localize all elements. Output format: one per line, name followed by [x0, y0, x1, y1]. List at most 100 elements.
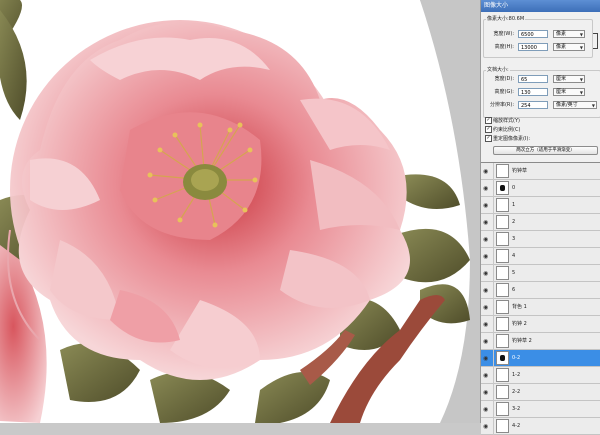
eye-icon[interactable]: ◉	[483, 287, 492, 294]
eye-icon[interactable]: ◉	[483, 168, 492, 175]
pixel-dimensions-label: 像素大小:80.6M	[486, 16, 526, 22]
layer-thumbnail-icon	[496, 419, 509, 433]
resample-method-select[interactable]: 两次立方（适用于平滑渐变）	[493, 146, 598, 155]
height-unit-value: 像素	[556, 44, 567, 50]
resolution-input[interactable]: 254	[518, 101, 548, 109]
eye-icon[interactable]: ◉	[483, 321, 492, 328]
layer-thumbnail-icon	[496, 402, 509, 416]
layer-thumbnail-icon	[496, 266, 509, 280]
layer-thumbnail-icon	[496, 232, 509, 246]
link-bracket-icon	[593, 33, 598, 49]
layer-row[interactable]: ◉ 1	[481, 197, 600, 214]
layer-row[interactable]: ◉ 0-2	[481, 350, 600, 367]
eye-icon[interactable]: ◉	[483, 304, 492, 311]
eye-icon[interactable]: ◉	[483, 423, 492, 430]
layer-name: 0-2	[512, 355, 521, 361]
layer-row[interactable]: ◉ 钓钟 2	[481, 316, 600, 333]
layer-row[interactable]: ◉ 3-2	[481, 401, 600, 418]
layer-thumbnail-icon	[496, 385, 509, 399]
layer-row[interactable]: ◉ 4	[481, 248, 600, 265]
layer-name: 2	[512, 219, 516, 225]
layer-row[interactable]: ◉ 5	[481, 265, 600, 282]
scale-styles-checkbox[interactable]: ✓ 缩放样式(Y)	[485, 117, 520, 125]
layer-divider	[493, 163, 494, 180]
layer-divider	[493, 231, 494, 248]
eye-icon[interactable]: ◉	[483, 185, 492, 192]
doc-height-unit-select[interactable]: 厘米 ▼	[553, 88, 585, 96]
layer-divider	[493, 214, 494, 231]
image-size-dialog: 图像大小 像素大小:80.6M 宽度(W): 6500 像素 ▼ 高度(H): 1…	[481, 0, 600, 163]
layer-thumbnail-icon	[496, 181, 509, 195]
eye-icon[interactable]: ◉	[483, 355, 492, 362]
chevron-down-icon: ▼	[579, 45, 583, 50]
layer-row[interactable]: ◉ 0	[481, 180, 600, 197]
layer-divider	[493, 248, 494, 265]
layer-name: 1	[512, 202, 516, 208]
layer-name: 5	[512, 270, 516, 276]
chevron-down-icon: ▼	[591, 103, 595, 108]
eye-icon[interactable]: ◉	[483, 389, 492, 396]
layer-row[interactable]: ◉ 1-2	[481, 367, 600, 384]
doc-height-label: 高度(G):	[494, 89, 514, 95]
constrain-proportions-checkbox[interactable]: ✓ 约束比例(C)	[485, 126, 520, 134]
layer-row[interactable]: ◉ 6	[481, 282, 600, 299]
layer-thumbnail-icon	[496, 351, 509, 365]
document-canvas[interactable]	[0, 0, 480, 423]
layer-divider	[493, 316, 494, 333]
layer-name: 0	[512, 185, 516, 191]
layer-row[interactable]: ◉ 钓钟草 2	[481, 333, 600, 350]
layer-row[interactable]: ◉ 4-2	[481, 418, 600, 435]
height-label: 高度(H):	[494, 44, 514, 50]
layer-divider	[493, 384, 494, 401]
layers-panel: ◉ 钓钟草 ◉ 0 ◉ 1 ◉ 2 ◉ 3 ◉ 4 ◉ 5 ◉ 6 ◉ 背色 1 ◉ 钓钟 2 ◉ 钓钟草 2 ◉ 0-2 ◉ 1…	[481, 163, 600, 435]
layer-row[interactable]: ◉ 钓钟草	[481, 163, 600, 180]
layer-name: 6	[512, 287, 516, 293]
resample-label: 重定图像像素(I):	[493, 136, 531, 142]
layer-row[interactable]: ◉ 背色 1	[481, 299, 600, 316]
doc-width-unit-select[interactable]: 厘米 ▼	[553, 75, 585, 83]
layer-thumbnail-icon	[496, 300, 509, 314]
layer-thumbnail-icon	[496, 198, 509, 212]
eye-icon[interactable]: ◉	[483, 219, 492, 226]
layer-divider	[493, 333, 494, 350]
doc-height-input[interactable]: 130	[518, 88, 548, 96]
eye-icon[interactable]: ◉	[483, 202, 492, 209]
layer-thumbnail-icon	[496, 164, 509, 178]
layer-name: 4-2	[512, 423, 521, 429]
check-icon: ✓	[485, 126, 492, 133]
doc-width-unit-value: 厘米	[556, 76, 567, 82]
doc-width-input[interactable]: 65	[518, 75, 548, 83]
resample-checkbox[interactable]: ✓ 重定图像像素(I):	[485, 135, 530, 143]
width-unit-select[interactable]: 像素 ▼	[553, 30, 585, 38]
layer-divider	[493, 299, 494, 316]
resolution-unit-value: 像素/英寸	[556, 102, 578, 108]
eye-icon[interactable]: ◉	[483, 253, 492, 260]
chevron-down-icon: ▼	[579, 77, 583, 82]
dialog-title: 图像大小	[481, 0, 600, 12]
eye-icon[interactable]: ◉	[483, 406, 492, 413]
eye-icon[interactable]: ◉	[483, 270, 492, 277]
layer-row[interactable]: ◉ 2-2	[481, 384, 600, 401]
doc-width-label: 宽度(D):	[494, 76, 514, 82]
check-icon: ✓	[485, 117, 492, 124]
doc-height-unit-value: 厘米	[556, 89, 567, 95]
layer-thumbnail-icon	[496, 368, 509, 382]
layer-divider	[493, 350, 494, 367]
resolution-unit-select[interactable]: 像素/英寸 ▼	[553, 101, 597, 109]
layer-name: 钓钟 2	[512, 321, 527, 327]
layer-name: 2-2	[512, 389, 521, 395]
layer-thumbnail-icon	[496, 317, 509, 331]
height-input[interactable]: 13000	[518, 43, 548, 51]
layer-divider	[493, 180, 494, 197]
width-unit-value: 像素	[556, 31, 567, 37]
layer-thumbnail-icon	[496, 334, 509, 348]
layer-row[interactable]: ◉ 3	[481, 231, 600, 248]
layer-name: 钓钟草 2	[512, 338, 532, 344]
layer-row[interactable]: ◉ 2	[481, 214, 600, 231]
eye-icon[interactable]: ◉	[483, 338, 492, 345]
eye-icon[interactable]: ◉	[483, 236, 492, 243]
layer-divider	[493, 401, 494, 418]
height-unit-select[interactable]: 像素 ▼	[553, 43, 585, 51]
width-input[interactable]: 6500	[518, 30, 548, 38]
eye-icon[interactable]: ◉	[483, 372, 492, 379]
